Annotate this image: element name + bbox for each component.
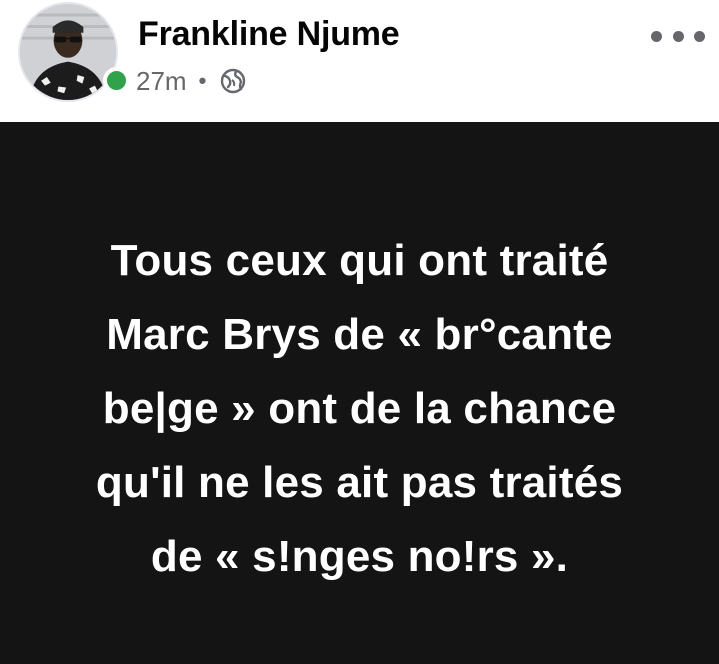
more-dot: [672, 30, 684, 42]
more-dot: [694, 30, 705, 42]
post-text-card: Tous ceux qui ont traité Marc Brys de « …: [0, 122, 719, 664]
post-text-line: Tous ceux qui ont traité: [110, 236, 609, 285]
post-text: Tous ceux qui ont traité Marc Brys de « …: [20, 224, 700, 594]
globe-icon[interactable]: [220, 68, 246, 94]
post-timestamp[interactable]: 27m: [136, 66, 187, 97]
more-dot: [651, 30, 662, 42]
post-text-line: qu'il ne les ait pas traités: [95, 458, 624, 507]
avatar-wrapper[interactable]: [18, 2, 130, 106]
post-text-line: be|ge » ont de la chance: [102, 384, 617, 433]
post-meta: 27m •: [136, 64, 246, 98]
online-status-indicator: [103, 67, 130, 94]
post-text-line: de « s!nges no!rs ».: [150, 532, 569, 581]
meta-separator: •: [198, 68, 207, 93]
post-text-line: Marc Brys de « br°cante: [106, 310, 613, 359]
avatar-image: [20, 4, 116, 100]
avatar[interactable]: [18, 2, 118, 102]
author-name[interactable]: Frankline Njume: [138, 15, 400, 54]
post-header: Frankline Njume 27m •: [0, 0, 719, 122]
more-options-icon[interactable]: [651, 24, 705, 48]
